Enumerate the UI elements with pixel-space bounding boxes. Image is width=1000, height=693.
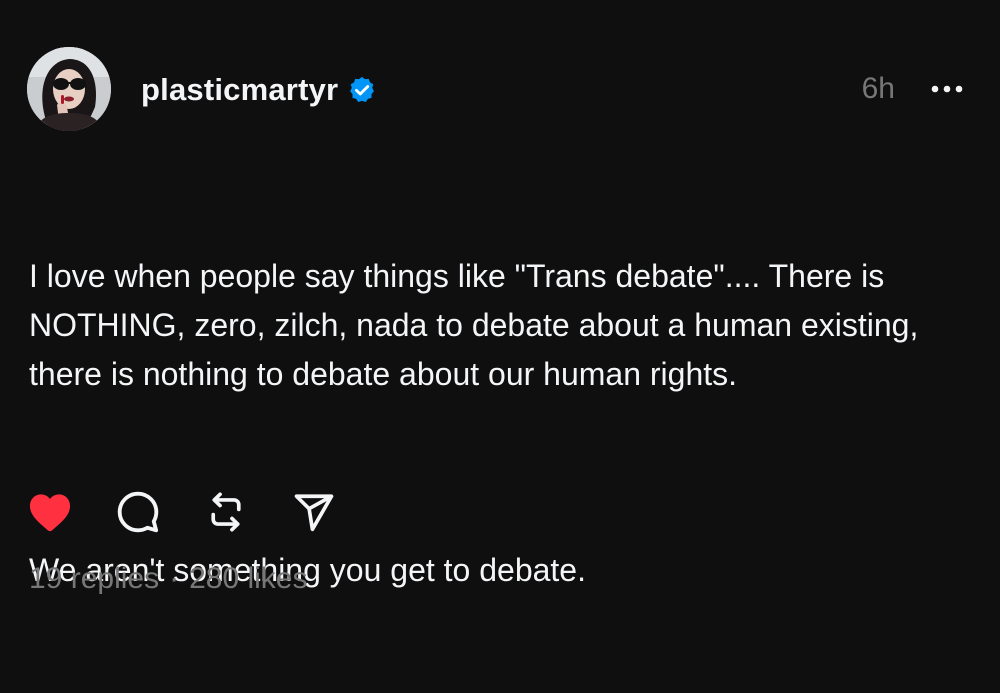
likes-count[interactable]: 280 likes — [189, 562, 307, 596]
avatar[interactable] — [27, 47, 111, 131]
send-icon — [294, 494, 334, 532]
stats-separator: · — [169, 562, 180, 595]
replies-count[interactable]: 19 replies — [29, 562, 159, 596]
heart-filled-icon — [29, 494, 71, 532]
comment-bubble-icon — [117, 491, 159, 533]
verified-badge-icon — [347, 75, 377, 105]
post-timestamp: 6h — [861, 72, 895, 105]
post-stats: 19 replies · 280 likes — [29, 562, 307, 596]
username[interactable]: plasticmartyr — [141, 72, 338, 108]
reply-button[interactable] — [114, 488, 162, 536]
like-button[interactable] — [26, 488, 74, 536]
action-bar — [26, 488, 338, 536]
repost-button[interactable] — [202, 488, 250, 536]
author-row: plasticmartyr — [141, 70, 377, 110]
share-button[interactable] — [290, 488, 338, 536]
avatar-photo — [27, 47, 111, 131]
more-horizontal-icon — [931, 85, 963, 93]
post-paragraph: I love when people say things like "Tran… — [29, 258, 928, 392]
repost-icon — [211, 492, 241, 532]
post-body: I love when people say things like "Tran… — [29, 154, 974, 693]
more-options-button[interactable] — [925, 74, 969, 104]
thread-post: plasticmartyr 6h I love when people say … — [0, 0, 1000, 615]
